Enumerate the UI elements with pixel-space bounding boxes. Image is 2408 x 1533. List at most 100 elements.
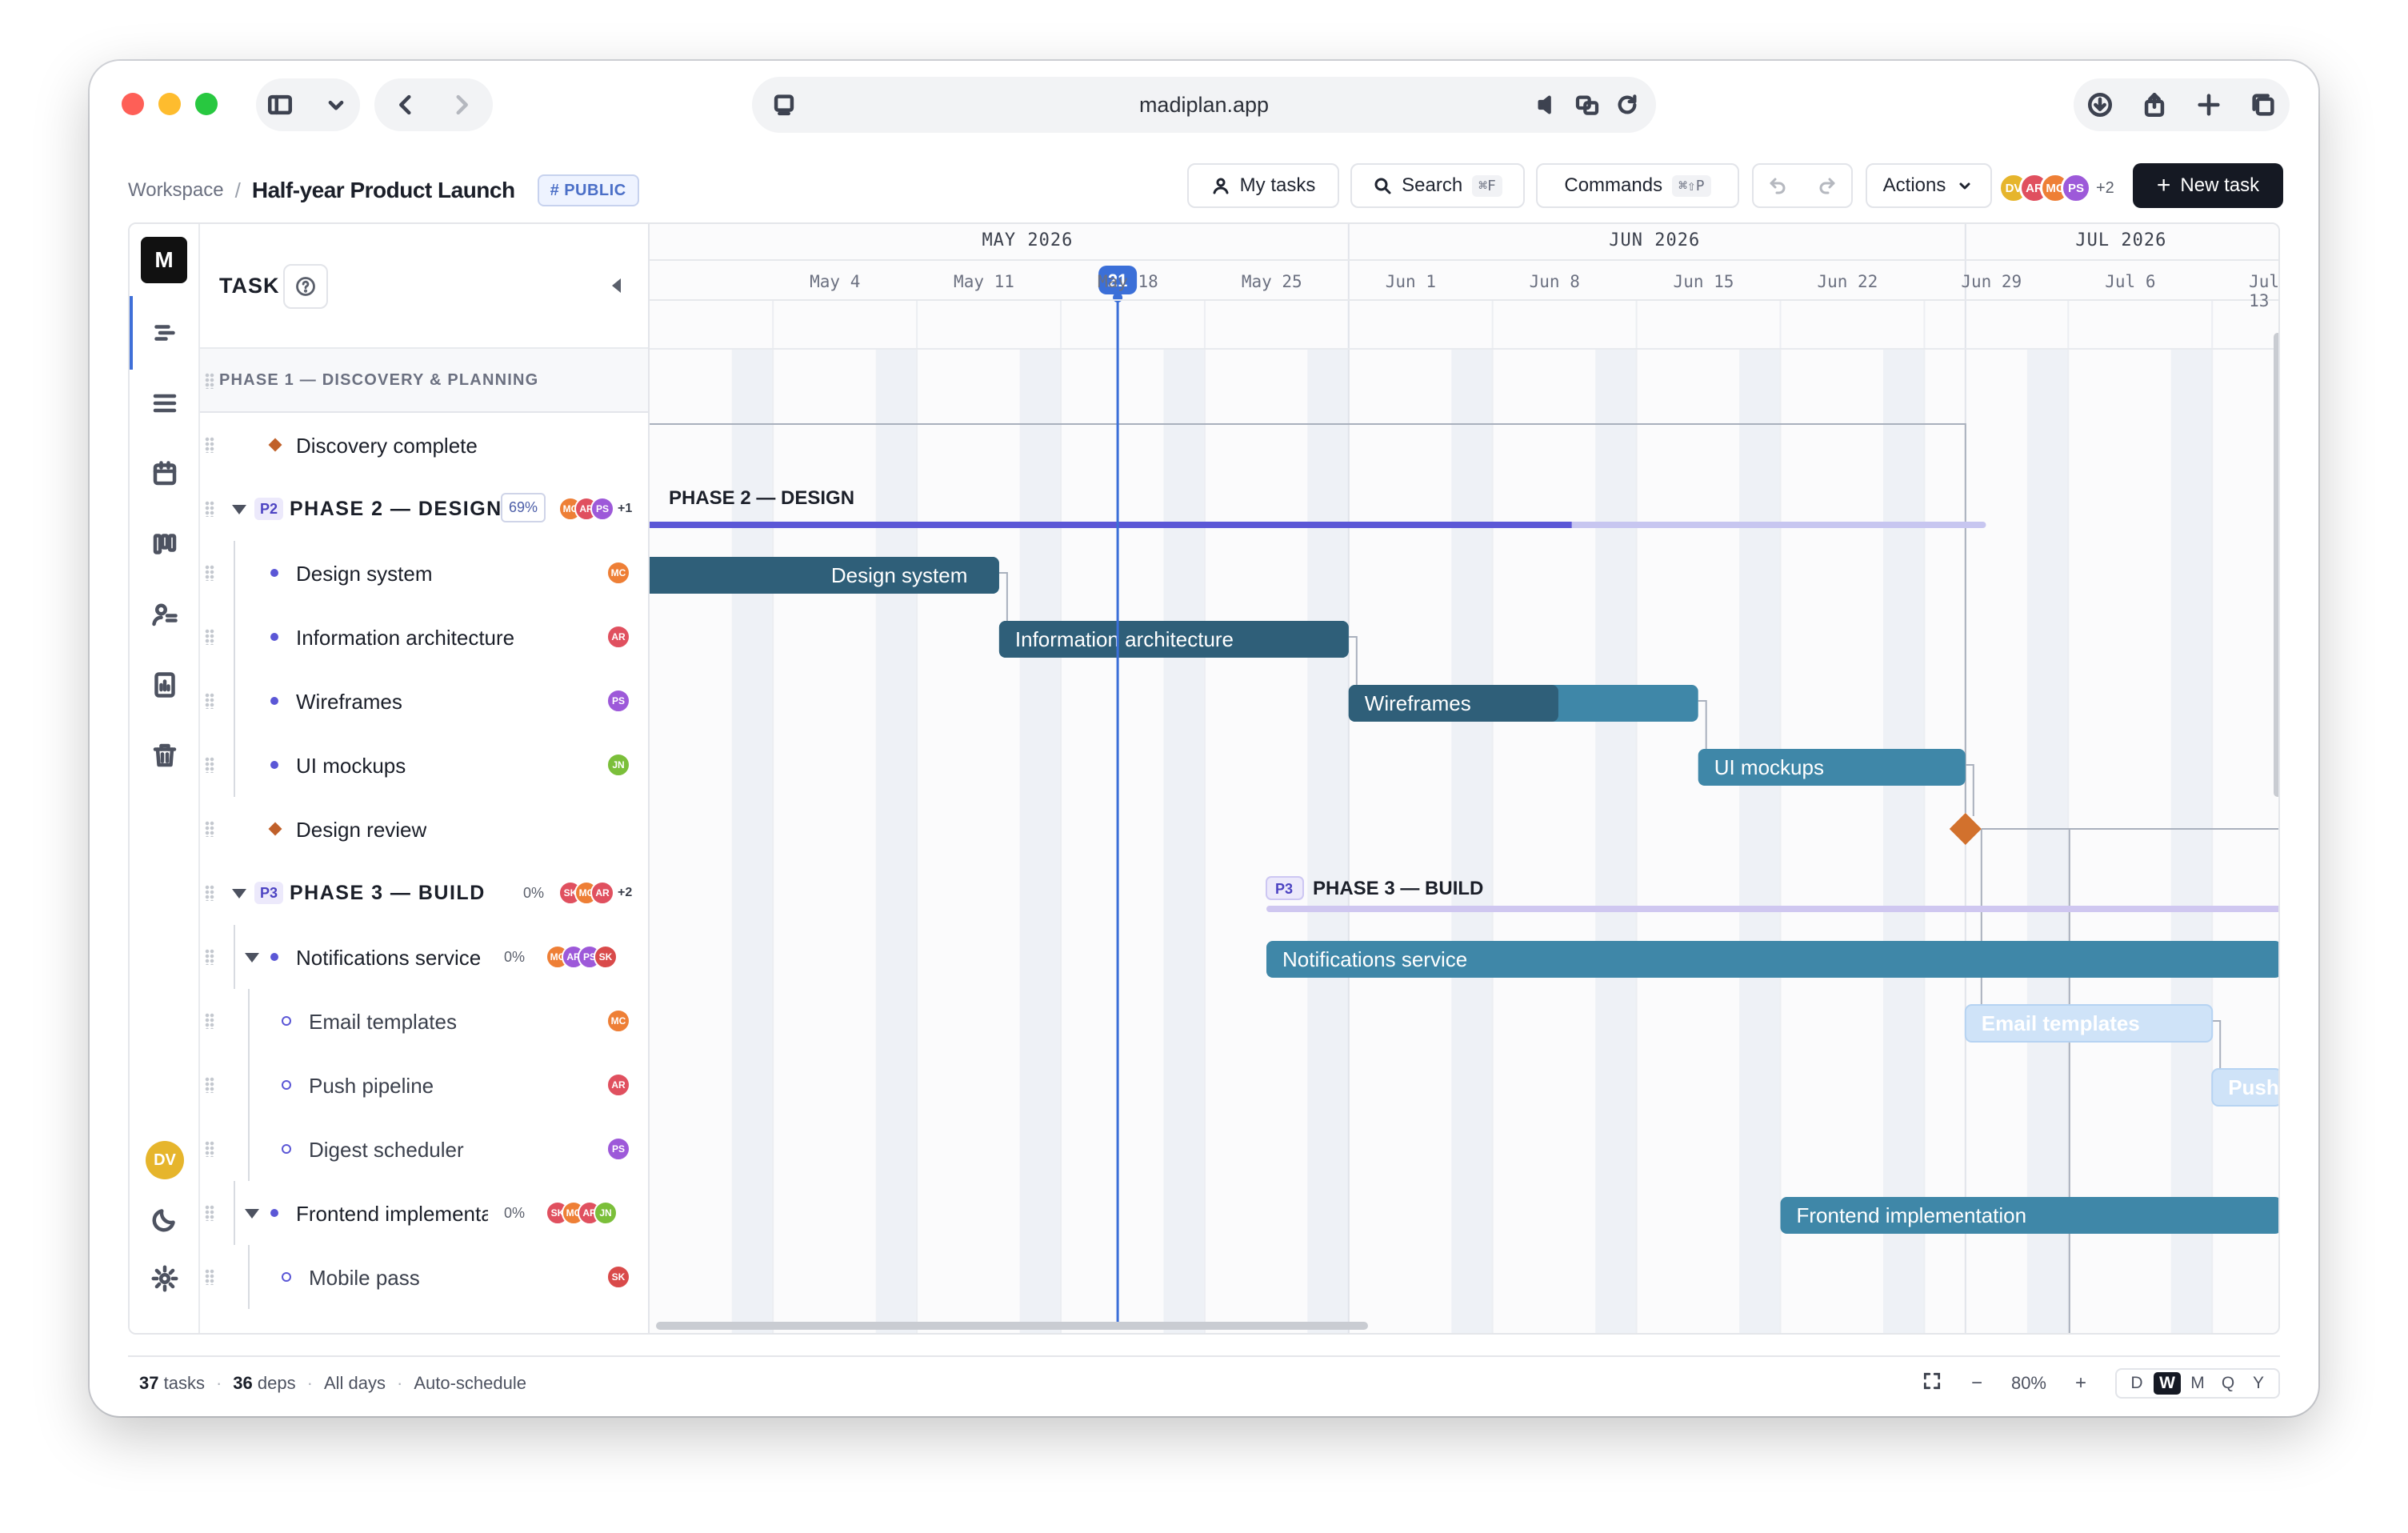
- user-avatar[interactable]: DV: [146, 1141, 184, 1179]
- commands-button[interactable]: Commands ⌘⇧P: [1536, 163, 1739, 208]
- assignee-avatar[interactable]: JN: [606, 753, 630, 777]
- chevron-down-icon[interactable]: [320, 89, 352, 121]
- drag-handle-icon[interactable]: [205, 1269, 214, 1285]
- task-row-design-review[interactable]: Design review: [200, 797, 648, 861]
- drag-handle-icon[interactable]: [205, 501, 214, 517]
- task-row-notifications-service[interactable]: Notifications service 0% MC AR PS SK: [200, 925, 648, 989]
- list-view-icon[interactable]: [147, 386, 182, 421]
- undo-icon[interactable]: [1768, 176, 1787, 195]
- app-logo[interactable]: M: [141, 237, 187, 283]
- task-row-digest-scheduler[interactable]: Digest scheduler PS: [200, 1117, 648, 1181]
- redo-icon[interactable]: [1818, 176, 1837, 195]
- drag-handle-icon[interactable]: [205, 629, 214, 645]
- task-row-mobile-pass[interactable]: Mobile pass SK: [200, 1245, 648, 1309]
- fit-to-screen-icon[interactable]: [1922, 1371, 1942, 1396]
- board-view-icon[interactable]: [147, 526, 182, 562]
- download-icon[interactable]: [2084, 89, 2116, 121]
- share-icon[interactable]: [2138, 89, 2170, 121]
- actions-dropdown[interactable]: Actions: [1866, 163, 1992, 208]
- scale-option-q[interactable]: Q: [2214, 1372, 2242, 1395]
- assignee-avatar[interactable]: AR: [606, 1073, 630, 1097]
- task-row-phase-2-design[interactable]: P2 PHASE 2 — DESIGN 69% MC AR PS +1: [200, 477, 648, 541]
- workload-icon[interactable]: [147, 597, 182, 632]
- auto-schedule-toggle[interactable]: Auto-schedule: [414, 1373, 526, 1394]
- assignee-stack[interactable]: MC AR PS SK: [546, 945, 618, 969]
- new-tab-icon[interactable]: [2193, 89, 2225, 121]
- member-avatars[interactable]: DV AR MC PS +2: [1998, 173, 2114, 203]
- assignee-stack[interactable]: MC AR PS +1: [558, 497, 632, 521]
- scale-option-d[interactable]: D: [2123, 1372, 2150, 1395]
- expand-caret-icon[interactable]: [245, 1209, 259, 1219]
- scale-option-y[interactable]: Y: [2245, 1372, 2272, 1395]
- scale-option-w[interactable]: W: [2154, 1372, 2181, 1395]
- assignee-stack[interactable]: SK MC AR +2: [558, 881, 632, 905]
- translate-icon[interactable]: [1571, 89, 1603, 121]
- trash-icon[interactable]: [147, 738, 182, 773]
- reports-icon[interactable]: [147, 667, 182, 702]
- drag-handle-icon[interactable]: [205, 565, 214, 581]
- drag-handle-icon[interactable]: [205, 1205, 214, 1221]
- close-window-button[interactable]: [122, 93, 144, 115]
- phase-2-bar-progress[interactable]: [650, 522, 1572, 528]
- expand-caret-icon[interactable]: [232, 889, 246, 899]
- task-row-frontend-implementation[interactable]: Frontend implementation 0% SKMCARJN: [200, 1181, 648, 1245]
- task-row-design-system[interactable]: Design system MC: [200, 541, 648, 605]
- gantt-view-icon[interactable]: [147, 315, 182, 350]
- vertical-scrollbar[interactable]: [2274, 333, 2278, 797]
- phase-3-bar-track[interactable]: [1266, 906, 2280, 912]
- minimize-window-button[interactable]: [158, 93, 181, 115]
- task-row-information-architecture[interactable]: Information architecture AR: [200, 605, 648, 669]
- drag-handle-icon[interactable]: [205, 693, 214, 709]
- drag-handle-icon[interactable]: [205, 1013, 214, 1029]
- dark-mode-icon[interactable]: [147, 1202, 182, 1237]
- help-icon[interactable]: [283, 264, 328, 309]
- reload-icon[interactable]: [1611, 89, 1643, 121]
- assignee-stack[interactable]: SK MC AR JN: [546, 1201, 618, 1225]
- assignee-avatar[interactable]: MC: [606, 561, 630, 585]
- task-row-discovery-complete[interactable]: Discovery complete: [200, 413, 648, 477]
- drag-handle-icon[interactable]: [205, 437, 214, 453]
- zoom-in-button[interactable]: +: [2070, 1372, 2091, 1395]
- assignee-avatar[interactable]: AR: [606, 625, 630, 649]
- assignee-avatar[interactable]: PS: [606, 1137, 630, 1161]
- breadcrumb-workspace[interactable]: Workspace: [128, 179, 224, 202]
- reader-icon[interactable]: [768, 90, 800, 122]
- forward-arrow-icon[interactable]: [446, 89, 478, 121]
- settings-gear-icon[interactable]: [147, 1261, 182, 1296]
- expand-caret-icon[interactable]: [232, 505, 246, 514]
- task-row-wireframes[interactable]: Wireframes PS: [200, 669, 648, 733]
- task-row-ui-mockups[interactable]: UI mockups JN: [200, 733, 648, 797]
- drag-handle-icon[interactable]: [205, 373, 214, 389]
- drag-handle-icon[interactable]: [205, 821, 214, 837]
- zoom-out-button[interactable]: −: [1966, 1372, 1987, 1395]
- scale-option-m[interactable]: M: [2184, 1372, 2211, 1395]
- speaker-icon[interactable]: [1531, 89, 1563, 121]
- milestone-design-review[interactable]: [1949, 813, 1982, 845]
- task-row-phase-3-build[interactable]: P3 PHASE 3 — BUILD 0% SK MC AR +2: [200, 861, 648, 925]
- drag-handle-icon[interactable]: [205, 757, 214, 773]
- horizontal-scrollbar[interactable]: [656, 1322, 1368, 1330]
- drag-handle-icon[interactable]: [205, 1077, 214, 1093]
- assignee-avatar[interactable]: SK: [606, 1265, 630, 1289]
- phase-1-row[interactable]: PHASE 1 — DISCOVERY & PLANNING: [200, 349, 648, 413]
- my-tasks-button[interactable]: My tasks: [1187, 163, 1339, 208]
- members-more-count[interactable]: +2: [2096, 179, 2114, 198]
- visibility-badge[interactable]: # PUBLIC: [537, 174, 639, 206]
- expand-caret-icon[interactable]: [245, 953, 259, 963]
- task-row-email-templates[interactable]: Email templates MC: [200, 989, 648, 1053]
- assignee-avatar[interactable]: PS: [606, 689, 630, 713]
- new-task-button[interactable]: + New task: [2133, 163, 2283, 208]
- tabs-overview-icon[interactable]: [2247, 89, 2279, 121]
- drag-handle-icon[interactable]: [205, 1141, 214, 1157]
- member-avatar[interactable]: PS: [2061, 173, 2091, 203]
- assignee-avatar[interactable]: MC: [606, 1009, 630, 1033]
- address-bar[interactable]: madiplan.app: [752, 77, 1656, 133]
- search-button[interactable]: Search ⌘F: [1350, 163, 1525, 208]
- calendar-icon[interactable]: [147, 456, 182, 491]
- back-arrow-icon[interactable]: [390, 89, 422, 121]
- project-title[interactable]: Half-year Product Launch: [252, 178, 515, 203]
- all-days-toggle[interactable]: All days: [324, 1373, 386, 1394]
- zoom-window-button[interactable]: [195, 93, 218, 115]
- task-row-push-pipeline[interactable]: Push pipeline AR: [200, 1053, 648, 1117]
- collapse-panel-icon[interactable]: [612, 278, 621, 293]
